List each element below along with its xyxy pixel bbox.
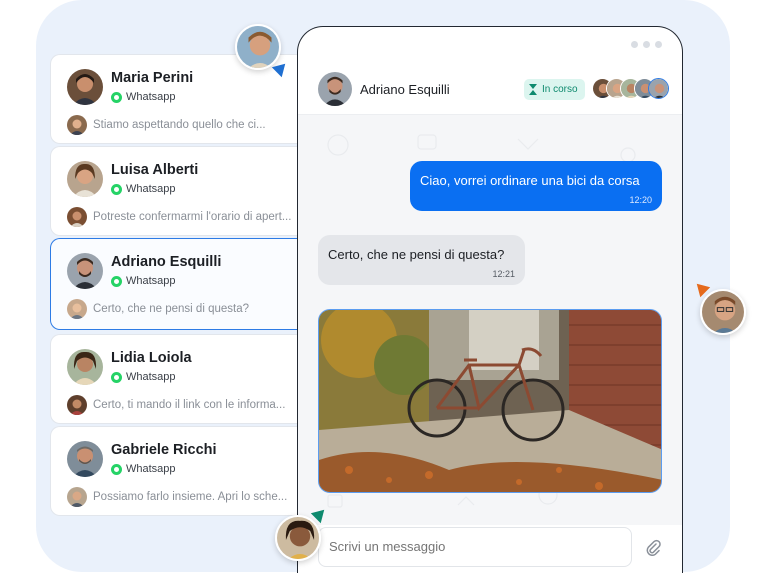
channel-label: Whatsapp: [111, 371, 176, 383]
last-message-preview: Certo, che ne pensi di questa?: [67, 299, 298, 319]
preview-text: Certo, che ne pensi di questa?: [93, 303, 249, 315]
chat-window: Adriano Esquilli In corso Ciao, vorrei o…: [297, 26, 683, 573]
whatsapp-icon: [111, 275, 122, 287]
bicycle-photo[interactable]: [318, 309, 662, 493]
last-message-preview: Stiamo aspettando quello che ci...: [67, 115, 298, 135]
avatar: [67, 207, 87, 227]
last-message-preview: Certo, ti mando il link con le informa..…: [67, 395, 298, 415]
message-text: Ciao, vorrei ordinare una bici da corsa: [420, 173, 640, 188]
channel-label: Whatsapp: [111, 275, 176, 287]
stage: Maria Perini Whatsapp Stiamo aspettando …: [0, 0, 768, 573]
participants-stack[interactable]: [592, 78, 669, 99]
contact-name: Luisa Alberti: [111, 162, 199, 178]
message-composer[interactable]: [318, 527, 632, 567]
outgoing-message: Ciao, vorrei ordinare una bici da corsa …: [410, 161, 662, 211]
avatar: [67, 115, 87, 135]
channel-name: Whatsapp: [126, 275, 176, 287]
conversation-item-gabriele-ricchi[interactable]: Gabriele Ricchi Whatsapp Possiamo farlo …: [50, 426, 298, 516]
message-area[interactable]: Ciao, vorrei ordinare una bici da corsa …: [298, 115, 682, 525]
contact-name: Adriano Esquilli: [111, 254, 222, 270]
contact-avatar[interactable]: [318, 72, 352, 106]
whatsapp-icon: [111, 91, 122, 103]
avatar: [67, 441, 103, 477]
window-dots-icon: [631, 41, 662, 48]
whatsapp-icon: [111, 183, 122, 195]
last-message-preview: Possiamo farlo insieme. Apri lo sche...: [67, 487, 298, 507]
channel-name: Whatsapp: [126, 183, 176, 195]
whatsapp-icon: [111, 371, 122, 383]
preview-text: Potreste confermarmi l'orario di apert..…: [93, 211, 292, 223]
conversation-item-adriano-esquilli[interactable]: Adriano Esquilli Whatsapp Certo, che ne …: [50, 238, 298, 330]
channel-label: Whatsapp: [111, 91, 176, 103]
channel-name: Whatsapp: [126, 463, 176, 475]
message-input[interactable]: [329, 539, 619, 554]
avatar: [67, 253, 103, 289]
contact-name: Lidia Loiola: [111, 350, 192, 366]
chat-header: Adriano Esquilli In corso: [298, 63, 682, 115]
conversation-list: Maria Perini Whatsapp Stiamo aspettando …: [50, 54, 298, 518]
avatar: [67, 395, 87, 415]
preview-text: Stiamo aspettando quello che ci...: [93, 119, 266, 131]
conversation-item-luisa-alberti[interactable]: Luisa Alberti Whatsapp Potreste conferma…: [50, 146, 298, 236]
preview-text: Possiamo farlo insieme. Apri lo sche...: [93, 491, 288, 503]
message-time: 12:20: [629, 195, 652, 205]
contact-name: Gabriele Ricchi: [111, 442, 217, 458]
avatar: [67, 349, 103, 385]
paperclip-icon[interactable]: [644, 538, 662, 557]
preview-text: Certo, ti mando il link con le informa..…: [93, 399, 286, 411]
message-text: Certo, che ne pensi di questa?: [328, 247, 505, 262]
avatar: [67, 487, 87, 507]
whatsapp-icon: [111, 463, 122, 475]
avatar: [648, 78, 669, 99]
avatar: [67, 299, 87, 319]
contact-name: Maria Perini: [111, 70, 194, 86]
last-message-preview: Potreste confermarmi l'orario di apert..…: [67, 207, 298, 227]
avatar: [67, 161, 103, 197]
floating-agent-avatar: [700, 289, 746, 335]
status-label: In corso: [542, 84, 578, 95]
channel-name: Whatsapp: [126, 91, 176, 103]
incoming-message: Certo, che ne pensi di questa? 12:21: [318, 235, 525, 285]
channel-name: Whatsapp: [126, 371, 176, 383]
message-time: 12:21: [492, 269, 515, 279]
conversation-item-lidia-loiola[interactable]: Lidia Loiola Whatsapp Certo, ti mando il…: [50, 334, 298, 424]
channel-label: Whatsapp: [111, 463, 176, 475]
channel-label: Whatsapp: [111, 183, 176, 195]
chat-contact-name: Adriano Esquilli: [360, 82, 450, 97]
status-badge[interactable]: In corso: [524, 79, 585, 100]
hourglass-icon: [529, 84, 538, 95]
avatar: [67, 69, 103, 105]
floating-agent-avatar: [275, 515, 321, 561]
